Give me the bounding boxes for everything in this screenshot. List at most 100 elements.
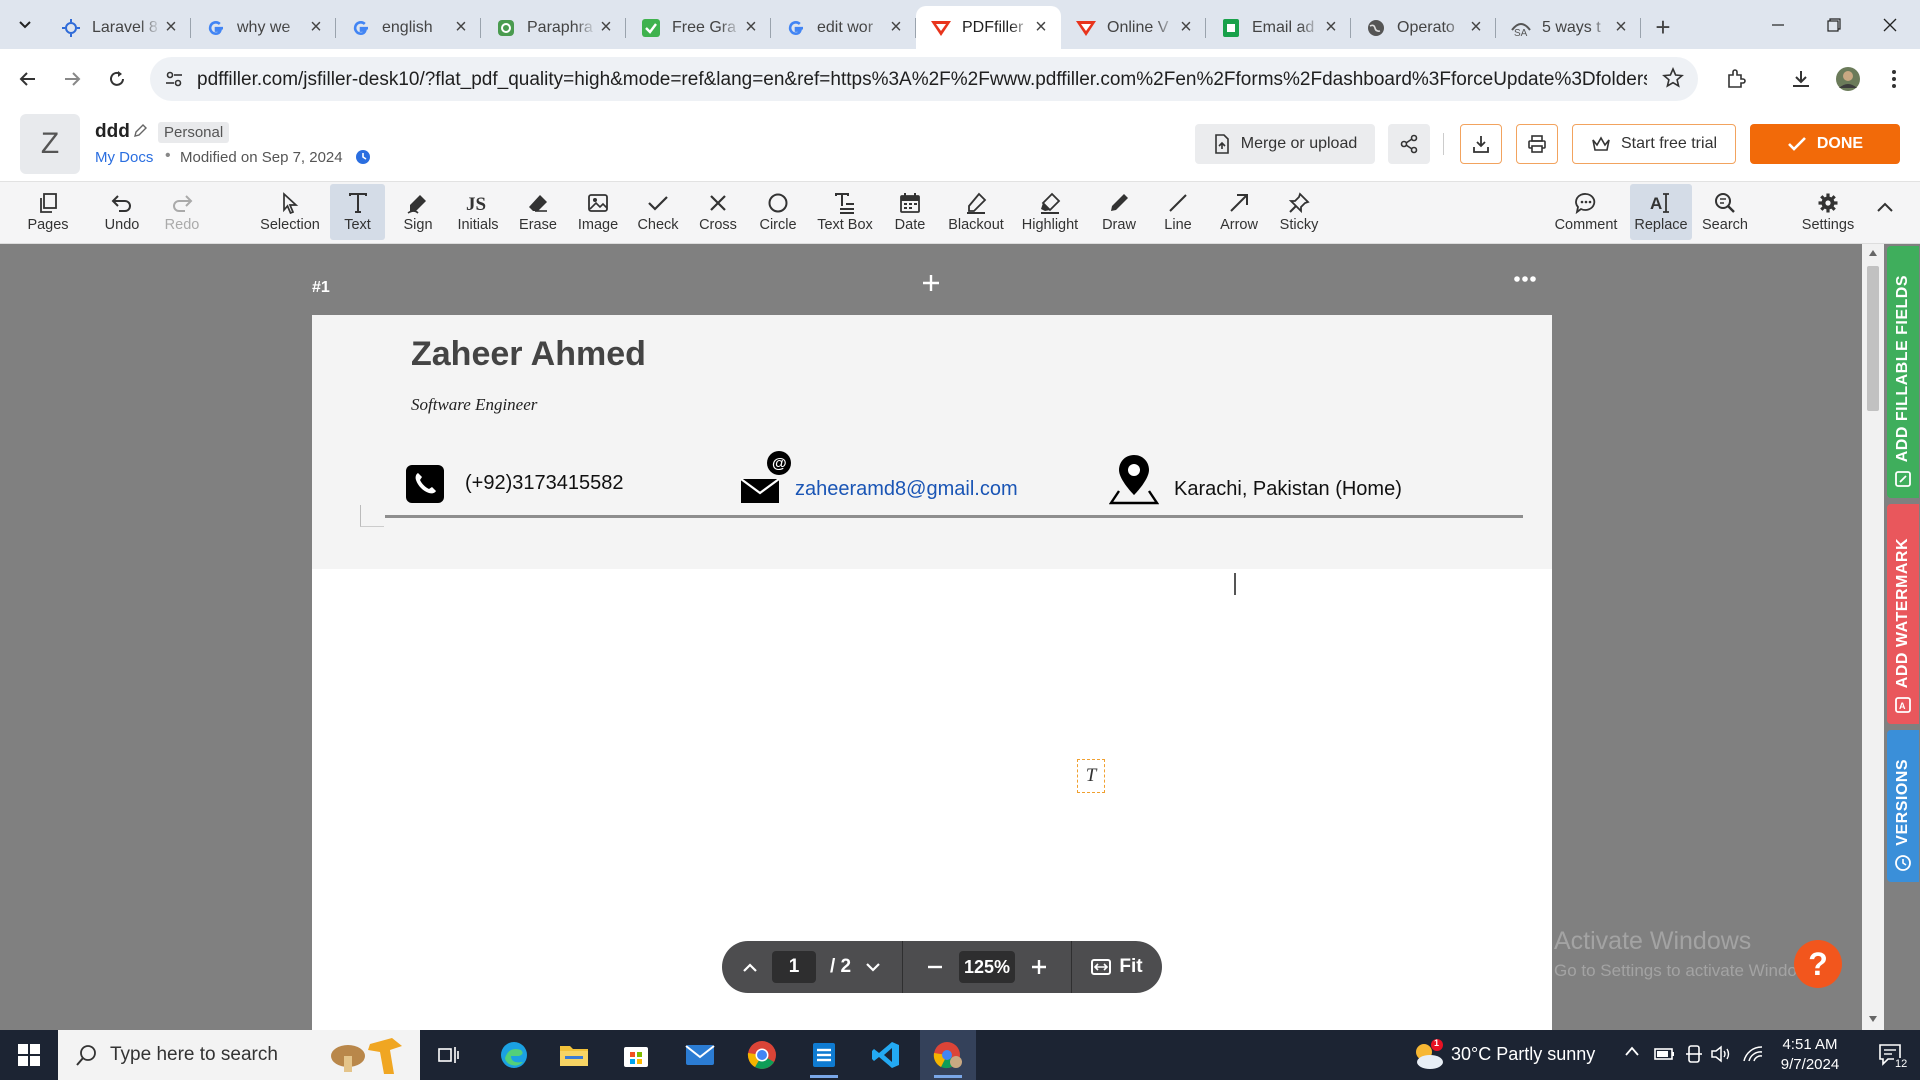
vertical-scrollbar[interactable] — [1862, 244, 1884, 1030]
tab-search-button[interactable] — [10, 9, 40, 39]
browser-tab-active[interactable]: PDFfiller × — [916, 6, 1061, 49]
back-button[interactable] — [12, 63, 44, 95]
location[interactable]: Karachi, Pakistan (Home) — [1174, 478, 1402, 501]
volume-icon[interactable] — [1710, 1045, 1732, 1063]
omnibox[interactable]: pdffiller.com/jsfiller-desk10/?flat_pdf_… — [150, 57, 1698, 101]
browser-menu-button[interactable] — [1878, 63, 1910, 95]
tool-selection[interactable]: Selection — [256, 184, 324, 240]
close-icon[interactable]: × — [451, 16, 471, 39]
print-button[interactable] — [1516, 124, 1558, 164]
zoom-out-button[interactable] — [927, 959, 943, 975]
close-icon[interactable]: × — [1466, 16, 1486, 39]
restore-button[interactable] — [1806, 0, 1862, 49]
fit-button[interactable]: Fit — [1072, 941, 1162, 993]
tool-erase[interactable]: Erase — [514, 184, 562, 240]
taskbar-file-explorer[interactable] — [546, 1030, 602, 1080]
scrollbar-thumb[interactable] — [1867, 266, 1879, 411]
tool-comment[interactable]: Comment — [1550, 184, 1622, 240]
help-button[interactable]: ? — [1794, 940, 1842, 988]
tool-circle[interactable]: Circle — [753, 184, 803, 240]
current-page-input[interactable]: 1 — [772, 951, 816, 983]
browser-tab[interactable]: edit wor × — [771, 6, 916, 49]
taskbar-vscode[interactable] — [858, 1030, 914, 1080]
close-icon[interactable]: × — [886, 16, 906, 39]
profile-avatar[interactable] — [1832, 63, 1864, 95]
close-window-button[interactable] — [1862, 0, 1918, 49]
tool-search[interactable]: Search — [1698, 184, 1752, 240]
pencil-icon[interactable] — [133, 124, 147, 138]
task-view-button[interactable] — [420, 1030, 476, 1080]
page-more-button[interactable] — [1513, 274, 1537, 284]
close-icon[interactable]: × — [161, 16, 181, 39]
url-text[interactable]: pdffiller.com/jsfiller-desk10/?flat_pdf_… — [197, 69, 1647, 91]
tool-sign[interactable]: Sign — [393, 184, 443, 240]
tool-text-box[interactable]: Text Box — [810, 184, 880, 240]
site-info-icon[interactable] — [160, 65, 188, 93]
close-icon[interactable]: × — [1176, 16, 1196, 39]
close-icon[interactable]: × — [1611, 16, 1631, 39]
browser-tab[interactable]: SA 5 ways t × — [1496, 6, 1641, 49]
add-watermark-tab[interactable]: ADD WATERMARK A — [1887, 504, 1919, 724]
close-icon[interactable]: × — [1321, 16, 1341, 39]
close-icon[interactable]: × — [1031, 16, 1051, 39]
browser-tab[interactable]: why we × — [191, 6, 336, 49]
tool-undo[interactable]: Undo — [96, 184, 148, 240]
star-icon[interactable] — [1662, 67, 1684, 89]
merge-or-upload-button[interactable]: Merge or upload — [1195, 124, 1375, 164]
wifi-icon[interactable] — [1742, 1045, 1764, 1063]
history-icon[interactable] — [355, 149, 371, 165]
tool-line[interactable]: Line — [1154, 184, 1202, 240]
next-page-button[interactable] — [865, 961, 881, 973]
minimize-button[interactable] — [1750, 0, 1806, 49]
taskbar-chrome-profile[interactable] — [920, 1030, 976, 1080]
reload-button[interactable] — [101, 63, 133, 95]
taskbar-store[interactable] — [608, 1030, 664, 1080]
document-page[interactable]: Zaheer Ahmed Software Engineer (+92)3173… — [312, 315, 1552, 1030]
taskbar-chrome[interactable] — [734, 1030, 790, 1080]
show-hidden-icons-button[interactable] — [1624, 1045, 1640, 1057]
tool-cross[interactable]: Cross — [693, 184, 743, 240]
prev-page-button[interactable] — [742, 961, 758, 973]
share-button[interactable] — [1388, 124, 1430, 164]
taskbar-sublime[interactable] — [796, 1030, 852, 1080]
extensions-button[interactable] — [1720, 63, 1752, 95]
browser-tab[interactable]: Email ad × — [1206, 6, 1351, 49]
tool-initials[interactable]: JS Initials — [450, 184, 506, 240]
close-icon[interactable]: × — [741, 16, 761, 39]
taskbar-mail[interactable] — [672, 1030, 728, 1080]
tool-draw[interactable]: Draw — [1094, 184, 1144, 240]
browser-tab[interactable]: Paraphra × — [481, 6, 626, 49]
close-icon[interactable]: × — [306, 16, 326, 39]
forward-button[interactable] — [56, 63, 88, 95]
tool-blackout[interactable]: Blackout — [942, 184, 1010, 240]
add-fillable-fields-tab[interactable]: ADD FILLABLE FIELDS — [1887, 246, 1919, 498]
text-field-placeholder[interactable]: T — [1077, 759, 1105, 793]
tool-sticky[interactable]: Sticky — [1272, 184, 1326, 240]
tool-date[interactable]: Date — [886, 184, 934, 240]
done-button[interactable]: DONE — [1750, 124, 1900, 164]
tool-settings[interactable]: Settings — [1794, 184, 1862, 240]
add-page-button[interactable] — [922, 274, 940, 292]
browser-tab[interactable]: Online V × — [1061, 6, 1206, 49]
document-name[interactable]: ddd — [95, 121, 130, 143]
taskbar-clock[interactable]: 4:51 AM 9/7/2024 — [1770, 1035, 1850, 1075]
zoom-in-button[interactable] — [1031, 959, 1047, 975]
email-address[interactable]: zaheeramd8@gmail.com — [795, 478, 1018, 501]
browser-tab[interactable]: Laravel 8 × — [46, 6, 191, 49]
scroll-up-arrow-icon[interactable] — [1869, 250, 1877, 256]
close-icon[interactable]: × — [596, 16, 616, 39]
downloads-button[interactable] — [1785, 63, 1817, 95]
start-free-trial-button[interactable]: Start free trial — [1572, 124, 1736, 164]
resume-name[interactable]: Zaheer Ahmed — [411, 335, 646, 374]
browser-tab[interactable]: Operato × — [1351, 6, 1496, 49]
device-icon[interactable] — [1685, 1044, 1703, 1064]
versions-tab[interactable]: VERSIONS — [1887, 730, 1919, 882]
resume-job-title[interactable]: Software Engineer — [411, 395, 537, 415]
tool-pages[interactable]: Pages — [22, 184, 74, 240]
my-docs-link[interactable]: My Docs — [95, 149, 153, 166]
notification-center-button[interactable]: 12 — [1862, 1030, 1920, 1080]
tool-replace[interactable]: A Replace — [1630, 184, 1692, 240]
browser-tab[interactable]: english × — [336, 6, 481, 49]
tool-image[interactable]: Image — [573, 184, 623, 240]
tool-redo[interactable]: Redo — [156, 184, 208, 240]
